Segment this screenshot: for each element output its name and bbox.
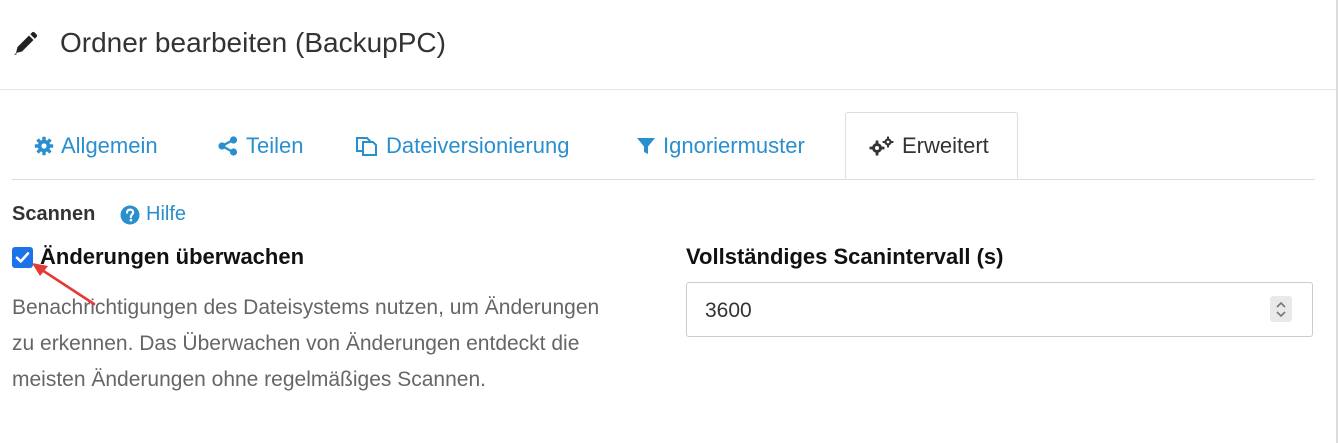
tab-sharing-label: Teilen bbox=[246, 132, 304, 158]
pencil-icon bbox=[14, 31, 38, 55]
tab-general[interactable]: Allgemein bbox=[34, 112, 158, 179]
rescan-interval-value: 3600 bbox=[705, 299, 752, 322]
rescan-interval-input[interactable]: 3600 bbox=[686, 282, 1313, 337]
filter-icon bbox=[637, 137, 655, 154]
tab-file-versioning-label: Dateiversionierung bbox=[386, 132, 570, 158]
tab-ignore-patterns-label: Ignoriermuster bbox=[663, 132, 805, 158]
gears-icon bbox=[869, 136, 894, 155]
dialog-header: Ordner bearbeiten (BackupPC) bbox=[0, 0, 1336, 90]
tab-advanced-label: Erweitert bbox=[902, 132, 989, 158]
copy-icon bbox=[356, 136, 377, 156]
chevron-down-icon[interactable] bbox=[1276, 310, 1286, 318]
tab-bar: Allgemein Teilen Dateiversionierung Igno… bbox=[12, 112, 1315, 180]
help-link-label: Hilfe bbox=[146, 203, 187, 225]
tab-ignore-patterns[interactable]: Ignoriermuster bbox=[636, 112, 805, 179]
help-link[interactable]: Hilfe bbox=[120, 203, 186, 226]
question-circle-icon bbox=[120, 205, 140, 224]
number-spinner[interactable] bbox=[1270, 296, 1292, 322]
tab-sharing[interactable]: Teilen bbox=[217, 112, 303, 179]
gear-icon bbox=[34, 136, 54, 155]
watch-changes-description: Benachrichtigungen des Dateisystems nutz… bbox=[12, 296, 600, 391]
tab-file-versioning[interactable]: Dateiversionierung bbox=[355, 112, 569, 179]
annotation-arrow-icon bbox=[32, 263, 96, 306]
chevron-up-icon[interactable] bbox=[1276, 301, 1286, 308]
tab-general-label: Allgemein bbox=[61, 132, 158, 158]
tab-advanced[interactable]: Erweitert bbox=[845, 112, 1018, 179]
share-icon bbox=[218, 135, 238, 156]
scan-section-label: Scannen bbox=[12, 203, 96, 225]
rescan-interval-label: Vollständiges Scanintervall (s) bbox=[686, 244, 1004, 269]
dialog-title: Ordner bearbeiten (BackupPC) bbox=[60, 27, 446, 58]
